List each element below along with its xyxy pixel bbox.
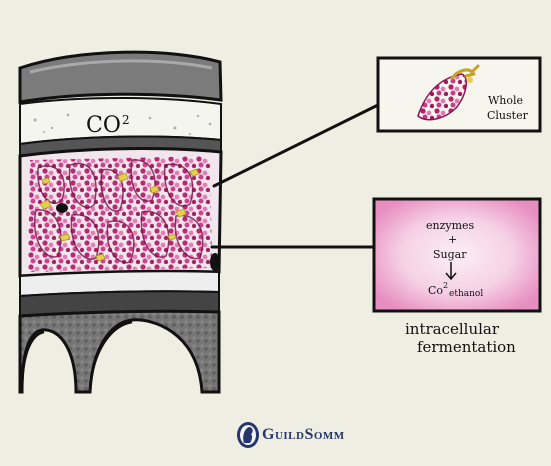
connector-to-whole-cluster	[212, 102, 382, 188]
guildsomm-brand-name: GuildSomm	[262, 426, 345, 443]
fermentation-tank: CO 2	[18, 50, 223, 394]
tank-valve	[210, 253, 220, 271]
co2-label: CO	[86, 113, 121, 138]
co2-subscript: 2	[122, 113, 130, 127]
whole-cluster-label-line1: Whole	[488, 94, 523, 107]
grape-clusters	[28, 156, 212, 272]
reaction-plus: +	[448, 233, 457, 246]
tank-arched-base	[18, 309, 221, 394]
reaction-enzymes: enzymes	[426, 219, 475, 232]
caption-line2: fermentation	[417, 338, 516, 356]
reaction-co2-subscript: 2	[443, 281, 448, 290]
reaction-co2: Co	[428, 284, 443, 297]
guildsomm-logo-icon	[237, 422, 259, 448]
reaction-ethanol: ethanol	[449, 289, 483, 299]
caption-line1: intracellular	[405, 320, 500, 338]
intracellular-panel: enzymes + Sugar Co 2 ethanol	[372, 197, 542, 313]
connector-lines	[210, 102, 382, 249]
whole-cluster-panel: Whole Cluster	[376, 56, 542, 133]
whole-cluster-label-line2: Cluster	[487, 109, 529, 122]
reaction-sugar: Sugar	[433, 248, 467, 261]
diagram-canvas: CO 2 Whole Cluster enzymes + Sugar Co 2 …	[18, 50, 542, 394]
